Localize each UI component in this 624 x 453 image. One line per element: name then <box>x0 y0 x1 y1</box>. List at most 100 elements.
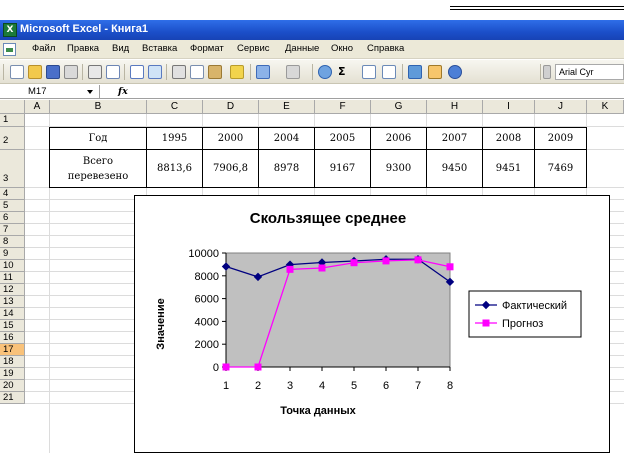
menu-data[interactable]: Данные <box>285 43 319 54</box>
data-point[interactable] <box>286 265 294 273</box>
research-icon[interactable] <box>148 65 162 79</box>
menu-help[interactable]: Справка <box>367 43 404 54</box>
data-point[interactable] <box>222 363 230 371</box>
name-box[interactable]: M17 <box>0 85 100 99</box>
column-header[interactable]: G <box>371 100 427 114</box>
permission-icon[interactable] <box>64 65 78 79</box>
sort-desc-icon[interactable] <box>382 65 396 79</box>
row-header[interactable]: 18 <box>0 356 25 368</box>
column-header[interactable]: J <box>535 100 587 114</box>
column-header[interactable]: B <box>50 100 147 114</box>
column-header[interactable]: K <box>587 100 624 114</box>
menu-format[interactable]: Формат <box>190 43 224 54</box>
row-header[interactable]: 9 <box>0 248 25 260</box>
copy-icon[interactable] <box>190 65 204 79</box>
workbook-icon[interactable] <box>3 43 16 56</box>
table-row-label[interactable]: Всего перевезено <box>49 150 147 188</box>
table-year-cell[interactable]: 2008 <box>483 127 535 150</box>
paste-icon[interactable] <box>208 65 222 79</box>
table-header-label[interactable]: Год <box>49 127 147 150</box>
data-point[interactable] <box>350 259 358 267</box>
table-year-cell[interactable]: 2006 <box>371 127 427 150</box>
undo-icon[interactable] <box>256 65 270 79</box>
toolbar-options-icon[interactable] <box>543 65 551 79</box>
spelling-icon[interactable] <box>130 65 144 79</box>
menu-tools[interactable]: Сервис <box>237 43 270 54</box>
row-header[interactable]: 4 <box>0 188 25 200</box>
data-point[interactable] <box>318 264 326 272</box>
chart-legend[interactable]: Фактический Прогноз <box>468 290 582 338</box>
help-icon[interactable] <box>448 65 462 79</box>
toolbar-grip[interactable] <box>3 64 4 80</box>
column-header[interactable]: E <box>259 100 315 114</box>
row-header[interactable]: 6 <box>0 212 25 224</box>
row-header[interactable]: 13 <box>0 296 25 308</box>
row-header-active[interactable]: 17 <box>0 344 25 356</box>
autosum-icon[interactable]: Σ <box>338 65 346 79</box>
hyperlink-icon[interactable] <box>318 65 332 79</box>
plot-area[interactable] <box>225 252 451 368</box>
row-header[interactable]: 7 <box>0 224 25 236</box>
column-header[interactable]: F <box>315 100 371 114</box>
worksheet-grid[interactable]: A B C D E F G H I J K 1 2 3 4 5 6 7 8 9 … <box>0 100 624 453</box>
row-header[interactable]: 21 <box>0 392 25 404</box>
table-year-cell[interactable]: 2005 <box>315 127 371 150</box>
excel-app-icon[interactable]: X <box>3 23 17 37</box>
table-value-cell[interactable]: 9300 <box>371 150 427 188</box>
row-header[interactable]: 16 <box>0 332 25 344</box>
sort-asc-icon[interactable] <box>362 65 376 79</box>
chart-canvas[interactable]: Скользящее среднее Точка данных Значение… <box>135 196 611 453</box>
column-header[interactable]: H <box>427 100 483 114</box>
table-year-cell[interactable]: 2004 <box>259 127 315 150</box>
data-point[interactable] <box>446 263 454 271</box>
select-all-corner[interactable] <box>0 100 25 114</box>
new-icon[interactable] <box>10 65 24 79</box>
cut-icon[interactable] <box>172 65 186 79</box>
row-header[interactable]: 10 <box>0 260 25 272</box>
row-header[interactable]: 20 <box>0 380 25 392</box>
redo-icon[interactable] <box>286 65 300 79</box>
table-value-cell[interactable]: 8978 <box>259 150 315 188</box>
data-point[interactable] <box>254 363 262 371</box>
print-preview-icon[interactable] <box>106 65 120 79</box>
row-header[interactable]: 15 <box>0 320 25 332</box>
table-year-cell[interactable]: 2007 <box>427 127 483 150</box>
row-header[interactable]: 1 <box>0 114 25 127</box>
row-header[interactable]: 2 <box>0 127 25 150</box>
format-painter-icon[interactable] <box>230 65 244 79</box>
table-year-cell[interactable]: 2000 <box>203 127 259 150</box>
table-value-cell[interactable]: 9450 <box>427 150 483 188</box>
column-header[interactable]: D <box>203 100 259 114</box>
row-header[interactable]: 19 <box>0 368 25 380</box>
row-header[interactable]: 11 <box>0 272 25 284</box>
table-value-cell[interactable]: 7906,8 <box>203 150 259 188</box>
column-header[interactable]: I <box>483 100 535 114</box>
table-year-cell[interactable]: 1995 <box>147 127 203 150</box>
menu-view[interactable]: Вид <box>112 43 129 54</box>
open-icon[interactable] <box>28 65 42 79</box>
menu-window[interactable]: Окно <box>331 43 353 54</box>
menu-file[interactable]: Файл <box>32 43 55 54</box>
table-value-cell[interactable]: 9167 <box>315 150 371 188</box>
row-header[interactable]: 14 <box>0 308 25 320</box>
column-header[interactable]: C <box>147 100 203 114</box>
save-icon[interactable] <box>46 65 60 79</box>
drawing-icon[interactable] <box>428 65 442 79</box>
font-name-select[interactable]: Arial Cyr <box>555 64 624 80</box>
row-header[interactable]: 5 <box>0 200 25 212</box>
row-header[interactable]: 8 <box>0 236 25 248</box>
menu-edit[interactable]: Правка <box>67 43 99 54</box>
table-value-cell[interactable]: 9451 <box>483 150 535 188</box>
data-point[interactable] <box>414 256 422 264</box>
chevron-down-icon[interactable] <box>87 90 93 94</box>
legend-marker[interactable] <box>482 319 490 327</box>
chart-wizard-icon[interactable] <box>408 65 422 79</box>
embedded-chart[interactable]: Скользящее среднее Точка данных Значение… <box>134 195 610 453</box>
table-value-cell[interactable]: 8813,6 <box>147 150 203 188</box>
menu-insert[interactable]: Вставка <box>142 43 177 54</box>
print-icon[interactable] <box>88 65 102 79</box>
table-year-cell[interactable]: 2009 <box>535 127 587 150</box>
row-header[interactable]: 12 <box>0 284 25 296</box>
data-point[interactable] <box>382 257 390 265</box>
row-header[interactable]: 3 <box>0 150 25 188</box>
